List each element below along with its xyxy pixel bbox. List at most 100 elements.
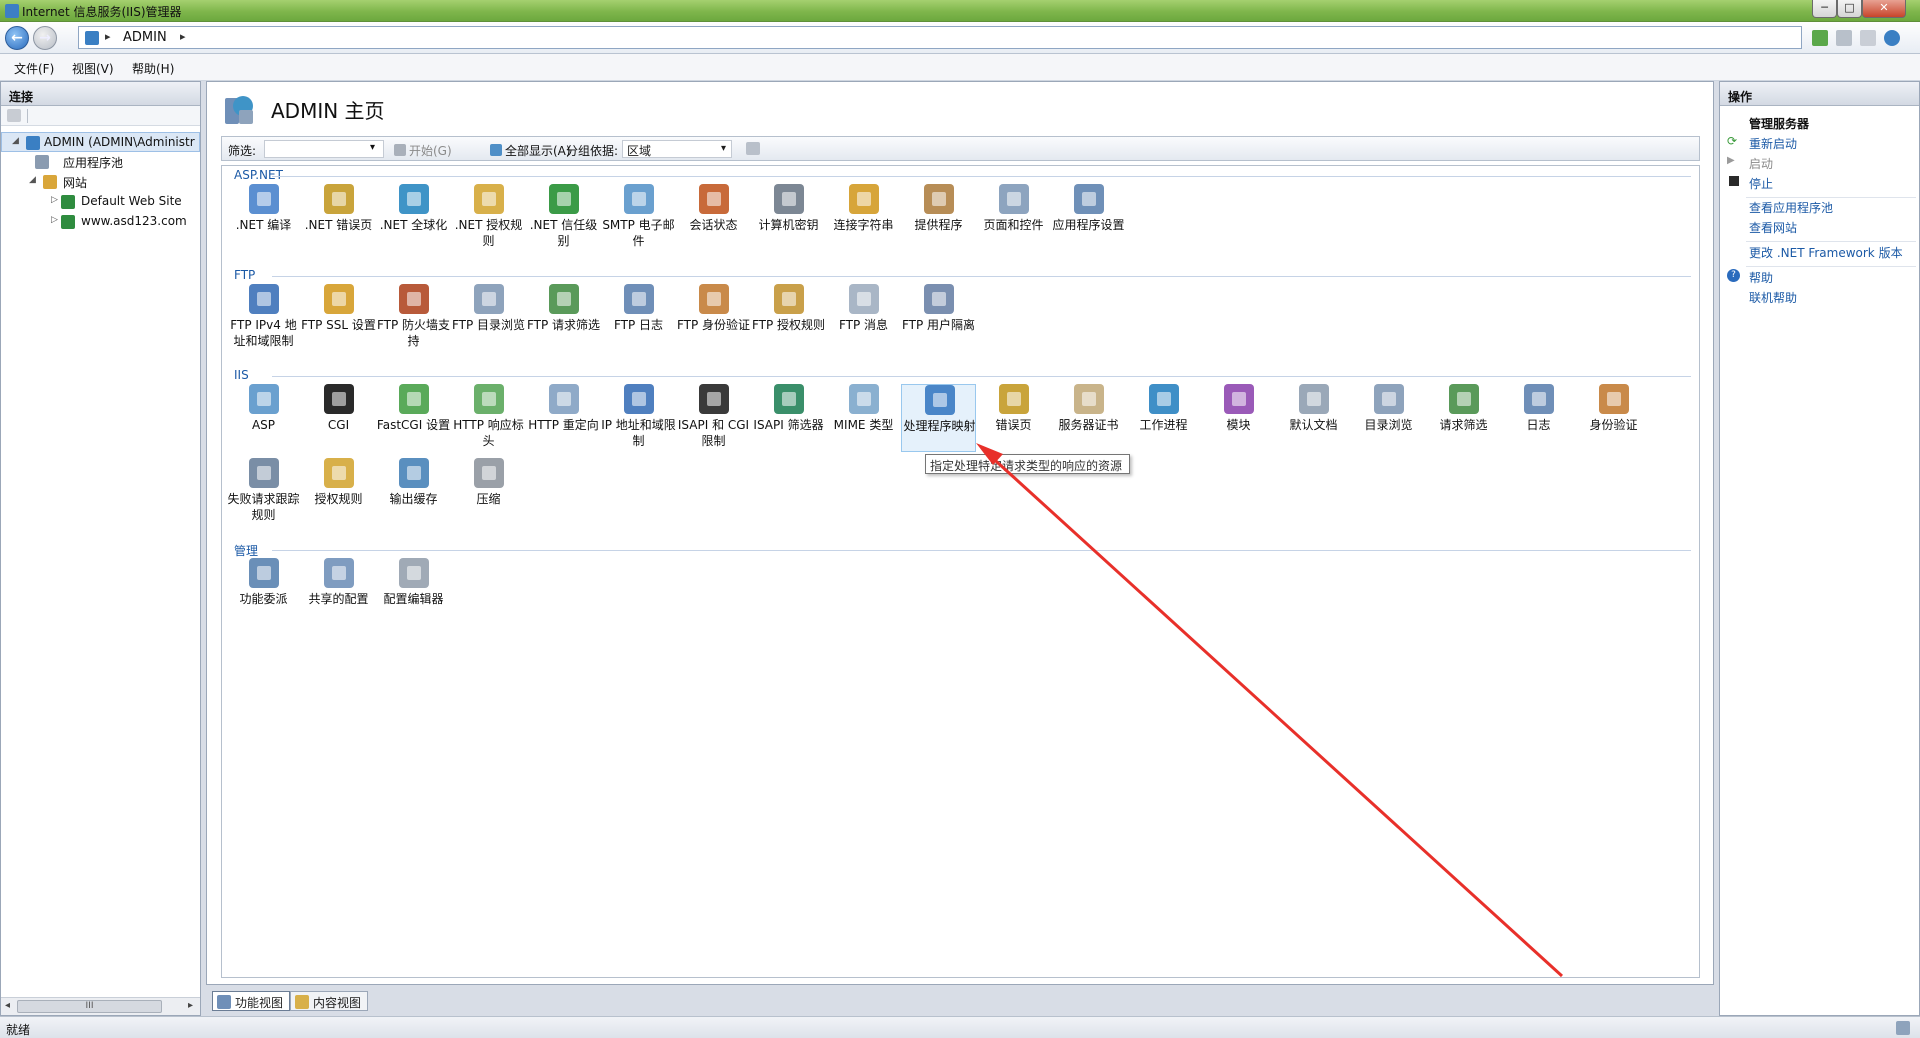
feature-item[interactable]: 配置编辑器 [376,558,451,626]
minimize-button[interactable]: ─ [1812,0,1837,18]
tree-item[interactable]: ▷ www.asd123.com [1,212,200,232]
tree-item[interactable]: ◢ 网站 [1,172,200,192]
feature-item[interactable]: FTP 日志 [601,284,676,352]
feature-item[interactable]: FTP 防火墙支持 [376,284,451,352]
menu-view[interactable]: 视图(V) [72,60,114,77]
tree-expander-icon[interactable]: ◢ [12,136,19,146]
feature-item[interactable]: 共享的配置 [301,558,376,626]
feature-item[interactable]: 默认文档 [1276,384,1351,452]
show-all-button[interactable]: 全部显示(A) [490,142,571,159]
tree-item[interactable]: 应用程序池 [1,152,200,172]
feature-item[interactable]: CGI [301,384,376,452]
filter-dropdown-icon[interactable]: ▾ [370,142,375,153]
feature-item[interactable]: FTP 消息 [826,284,901,352]
feature-item[interactable]: FTP SSL 设置 [301,284,376,352]
refresh-icon[interactable] [1812,30,1828,46]
scroll-right-icon[interactable]: ▸ [188,1000,193,1011]
back-button[interactable]: ← [5,26,29,50]
feature-item[interactable]: ISAPI 和 CGI 限制 [676,384,751,452]
filter-input[interactable] [264,140,384,158]
feature-item[interactable]: .NET 授权规则 [451,184,526,252]
feature-item[interactable]: HTTP 响应标头 [451,384,526,452]
menu-help[interactable]: 帮助(H) [132,60,174,77]
feature-label: 请求筛选 [1439,418,1488,432]
feature-item[interactable]: 压缩 [451,458,526,526]
feature-item[interactable]: 服务器证书 [1051,384,1126,452]
group-by-select[interactable]: 区域 ▾ [622,140,732,158]
tree-item[interactable]: ▷ Default Web Site [1,192,200,212]
scroll-left-icon[interactable]: ◂ [5,1000,10,1011]
tree-expander-icon[interactable]: ▷ [51,195,58,205]
tree-item[interactable]: ◢ ADMIN (ADMIN\Administr [1,132,200,152]
feature-icon [249,458,279,488]
feature-item[interactable]: 目录浏览 [1351,384,1426,452]
tree-expander-icon[interactable]: ◢ [29,175,36,185]
feature-item[interactable]: FTP 授权规则 [751,284,826,352]
feature-label: 连接字符串 [833,218,894,232]
feature-item[interactable]: 模块 [1201,384,1276,452]
feature-item[interactable]: .NET 编译 [226,184,301,252]
tree-expander-icon[interactable]: ▷ [51,215,58,225]
action-stop[interactable]: 停止 [1749,175,1773,192]
feature-item[interactable]: 失败请求跟踪规则 [226,458,301,526]
feature-item[interactable]: 日志 [1501,384,1576,452]
action-start[interactable]: 启动 [1749,155,1773,172]
feature-item[interactable]: 页面和控件 [976,184,1051,252]
view-mode-icon[interactable] [746,142,760,155]
feature-item[interactable]: IP 地址和域限制 [601,384,676,452]
breadcrumb-separator[interactable]: ▸ [180,30,186,43]
feature-item[interactable]: 功能委派 [226,558,301,626]
feature-item[interactable]: MIME 类型 [826,384,901,452]
help-icon[interactable] [1884,30,1900,46]
view-tabs: 功能视图 内容视图 [206,990,1714,1015]
forward-button[interactable]: → [33,26,57,50]
feature-item[interactable]: FastCGI 设置 [376,384,451,452]
feature-item[interactable]: 应用程序设置 [1051,184,1126,252]
feature-item[interactable]: FTP 用户隔离 [901,284,976,352]
feature-item[interactable]: FTP 身份验证 [676,284,751,352]
tab-features-view[interactable]: 功能视图 [212,991,291,1011]
action-view-sites[interactable]: 查看网站 [1749,219,1797,236]
feature-item[interactable]: .NET 信任级别 [526,184,601,252]
feature-label: 会话状态 [689,218,738,232]
feature-item[interactable]: HTTP 重定向 [526,384,601,452]
horizontal-scrollbar[interactable]: ◂ III ▸ [1,997,200,1015]
feature-icon [925,385,955,415]
feature-item[interactable]: .NET 全球化 [376,184,451,252]
tab-content-view[interactable]: 内容视图 [290,991,369,1011]
action-change-dotnet-version[interactable]: 更改 .NET Framework 版本 [1749,244,1903,261]
feature-item[interactable]: FTP IPv4 地址和域限制 [226,284,301,352]
feature-item[interactable]: 请求筛选 [1426,384,1501,452]
start-filter-button[interactable]: 开始(G) [394,142,452,159]
connect-icon[interactable] [7,109,21,122]
feature-item[interactable]: 输出缓存 [376,458,451,526]
feature-item[interactable]: 错误页 [976,384,1051,452]
feature-item[interactable]: 连接字符串 [826,184,901,252]
close-button[interactable]: ✕ [1862,0,1906,18]
feature-item[interactable]: 提供程序 [901,184,976,252]
scroll-thumb[interactable]: III [17,1000,162,1013]
address-box[interactable]: ▸ ADMIN ▸ [78,26,1802,49]
actions-panel: 操作 管理服务器 ⟳ 重新启动 ▶ 启动 停止 查看应用程序池 查看网站 更改 … [1719,81,1920,1016]
breadcrumb-admin[interactable]: ADMIN [123,30,167,45]
menu-file[interactable]: 文件(F) [14,60,54,77]
feature-item[interactable]: SMTP 电子邮件 [601,184,676,252]
feature-item[interactable]: 计算机密钥 [751,184,826,252]
action-help[interactable]: 帮助 [1749,269,1773,286]
feature-item[interactable]: FTP 请求筛选 [526,284,601,352]
feature-item[interactable]: 处理程序映射 [901,384,976,452]
feature-item[interactable]: 身份验证 [1576,384,1651,452]
feature-item[interactable]: FTP 目录浏览 [451,284,526,352]
action-online-help[interactable]: 联机帮助 [1749,289,1797,306]
stop-icon[interactable] [1836,30,1852,46]
feature-item[interactable]: 会话状态 [676,184,751,252]
home-icon[interactable] [1860,30,1876,46]
feature-item[interactable]: ISAPI 筛选器 [751,384,826,452]
maximize-button[interactable]: □ [1837,0,1862,18]
feature-item[interactable]: .NET 错误页 [301,184,376,252]
feature-item[interactable]: 工作进程 [1126,384,1201,452]
action-view-app-pools[interactable]: 查看应用程序池 [1749,199,1833,216]
action-restart[interactable]: 重新启动 [1749,135,1797,152]
feature-item[interactable]: ASP [226,384,301,452]
feature-item[interactable]: 授权规则 [301,458,376,526]
